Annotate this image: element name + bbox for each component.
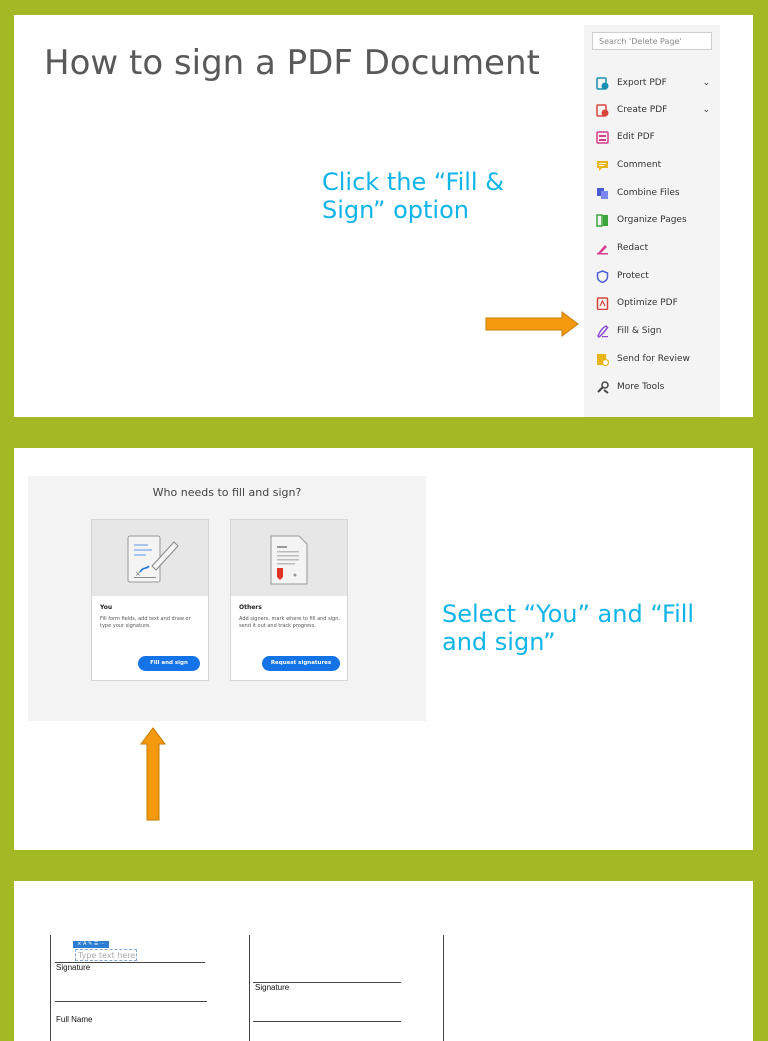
pdf-document-preview: × A ✎ ☰ ··· Type text here Signature Ful… bbox=[50, 935, 444, 1041]
tool-label: Fill & Sign bbox=[617, 326, 662, 336]
tools-panel: Search 'Delete Page' Export PDF ⌄ Create… bbox=[584, 25, 720, 417]
signature-document-icon: × bbox=[92, 520, 208, 596]
tool-label: Create PDF bbox=[617, 105, 668, 115]
card-description: Add signers, mark where to fill and sign… bbox=[239, 616, 340, 629]
column-divider bbox=[249, 935, 250, 1041]
fill-sign-dialog: Who needs to fill and sign? × You Fill f… bbox=[28, 476, 426, 721]
card-description: Fill form fields, add text and draw or t… bbox=[100, 616, 191, 629]
others-card[interactable]: Others Add signers, mark where to fill a… bbox=[230, 519, 348, 681]
fill-sign-icon bbox=[596, 324, 609, 338]
you-card[interactable]: × You Fill form fields, add text and dra… bbox=[91, 519, 209, 681]
tool-label: Combine Files bbox=[617, 188, 680, 198]
card-title: You bbox=[100, 604, 113, 611]
slide-3: × A ✎ ☰ ··· Type text here Signature Ful… bbox=[14, 881, 753, 1041]
request-signatures-button[interactable]: Request signatures bbox=[262, 656, 340, 671]
signature-line bbox=[253, 1021, 401, 1022]
fill-and-sign-button[interactable]: Fill and sign bbox=[138, 656, 200, 671]
slide-1: How to sign a PDF Document Click the “Fi… bbox=[14, 15, 753, 417]
tool-organize-pages[interactable]: Organize Pages bbox=[596, 210, 716, 230]
signature-label: Signature bbox=[255, 983, 290, 992]
create-pdf-icon bbox=[596, 103, 609, 117]
arrow-right-icon bbox=[485, 311, 579, 337]
tool-label: Comment bbox=[617, 160, 662, 170]
signature-label: Signature bbox=[56, 963, 91, 972]
request-document-icon bbox=[231, 520, 347, 596]
tool-more-tools[interactable]: More Tools bbox=[596, 377, 716, 397]
tool-combine-files[interactable]: Combine Files bbox=[596, 183, 716, 203]
callout-text: Select “You” and “Fill and sign” bbox=[442, 600, 695, 656]
tool-label: Redact bbox=[617, 243, 649, 253]
dialog-title: Who needs to fill and sign? bbox=[152, 486, 302, 499]
chevron-down-icon[interactable]: ⌄ bbox=[702, 78, 710, 88]
text-field-toolbar[interactable]: × A ✎ ☰ ··· bbox=[73, 941, 109, 948]
tool-redact[interactable]: Redact bbox=[596, 238, 716, 258]
tool-label: Optimize PDF bbox=[617, 298, 678, 308]
tool-send-for-review[interactable]: Send for Review bbox=[596, 349, 716, 369]
tools-search-input[interactable]: Search 'Delete Page' bbox=[592, 32, 712, 50]
more-tools-icon bbox=[596, 380, 609, 394]
protect-icon bbox=[596, 269, 609, 283]
tool-label: Edit PDF bbox=[617, 132, 655, 142]
comment-icon bbox=[596, 159, 609, 172]
tool-protect[interactable]: Protect bbox=[596, 266, 716, 286]
tool-create-pdf[interactable]: Create PDF ⌄ bbox=[596, 100, 716, 120]
tool-fill-sign[interactable]: Fill & Sign bbox=[596, 321, 716, 341]
tool-export-pdf[interactable]: Export PDF ⌄ bbox=[596, 73, 716, 93]
tool-label: More Tools bbox=[617, 382, 665, 392]
tool-label: Organize Pages bbox=[617, 215, 687, 225]
type-text-field[interactable]: Type text here bbox=[75, 949, 137, 961]
svg-text:×: × bbox=[135, 570, 141, 578]
callout-text: Click the “Fill & Sign” option bbox=[322, 168, 504, 224]
optimize-pdf-icon bbox=[596, 296, 609, 310]
tool-optimize-pdf[interactable]: Optimize PDF bbox=[596, 293, 716, 313]
redact-icon bbox=[596, 242, 609, 255]
tool-edit-pdf[interactable]: Edit PDF bbox=[596, 127, 716, 147]
slide-2: Who needs to fill and sign? × You Fill f… bbox=[14, 448, 753, 850]
organize-pages-icon bbox=[596, 213, 609, 227]
send-for-review-icon bbox=[596, 353, 610, 366]
tool-comment[interactable]: Comment bbox=[596, 155, 716, 175]
tool-label: Export PDF bbox=[617, 78, 667, 88]
edit-pdf-icon bbox=[596, 130, 609, 144]
tool-label: Send for Review bbox=[617, 354, 690, 364]
card-title: Others bbox=[239, 604, 262, 611]
slide-title: How to sign a PDF Document bbox=[44, 43, 540, 83]
full-name-line bbox=[55, 1001, 207, 1002]
combine-files-icon bbox=[596, 187, 609, 200]
full-name-label: Full Name bbox=[56, 1015, 93, 1024]
arrow-up-icon bbox=[140, 727, 166, 821]
chevron-down-icon[interactable]: ⌄ bbox=[702, 105, 710, 115]
tool-label: Protect bbox=[617, 271, 649, 281]
export-pdf-icon bbox=[596, 76, 609, 90]
